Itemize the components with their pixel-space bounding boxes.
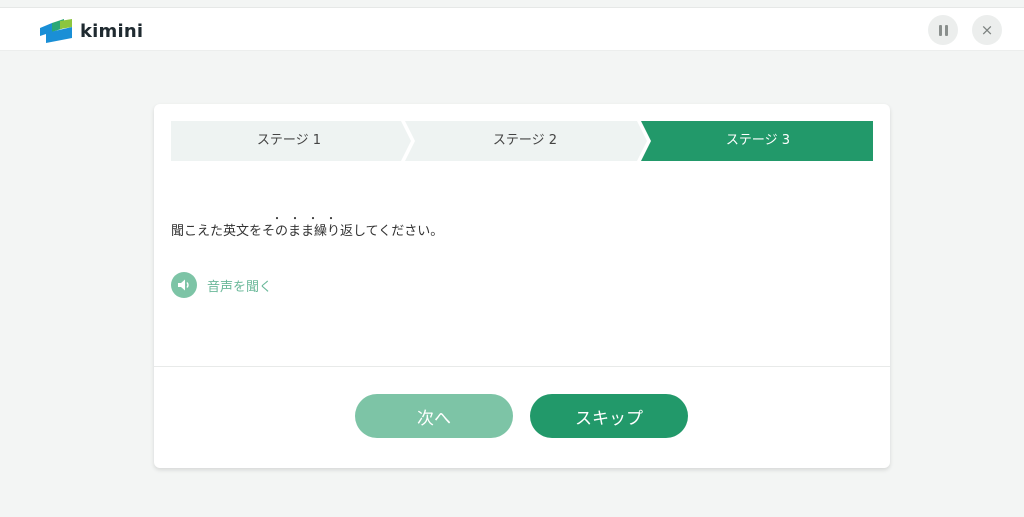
skip-button[interactable]: スキップ <box>530 394 688 438</box>
listen-audio-label: 音声を聞く <box>207 279 273 295</box>
stage-2-label: ステージ 2 <box>492 133 558 148</box>
close-icon: × <box>980 20 994 39</box>
exercise-card: ステージ 1 ステージ 2 ステージ 3 ・・・・ 聞こえた英文をそのまま繰り返… <box>154 104 890 468</box>
stage-3-label: ステージ 3 <box>725 133 791 148</box>
close-button[interactable]: × <box>972 15 1002 45</box>
pause-icon <box>938 24 948 36</box>
pause-button[interactable] <box>928 15 958 45</box>
kimini-logo-icon <box>40 19 72 43</box>
brand-name: kimini <box>80 20 144 42</box>
stage-1-label: ステージ 1 <box>256 133 322 148</box>
listen-audio-button[interactable]: 音声を聞く <box>171 272 272 298</box>
stage-progress: ステージ 1 ステージ 2 ステージ 3 <box>171 121 873 161</box>
instruction-text: 聞こえた英文をそのまま繰り返してください。 <box>171 224 444 239</box>
divider <box>154 366 890 367</box>
speaker-icon <box>171 272 197 298</box>
top-bar: kimini × <box>0 7 1024 51</box>
next-button[interactable]: 次へ <box>355 394 513 438</box>
kimini-logo[interactable]: kimini <box>40 18 143 44</box>
